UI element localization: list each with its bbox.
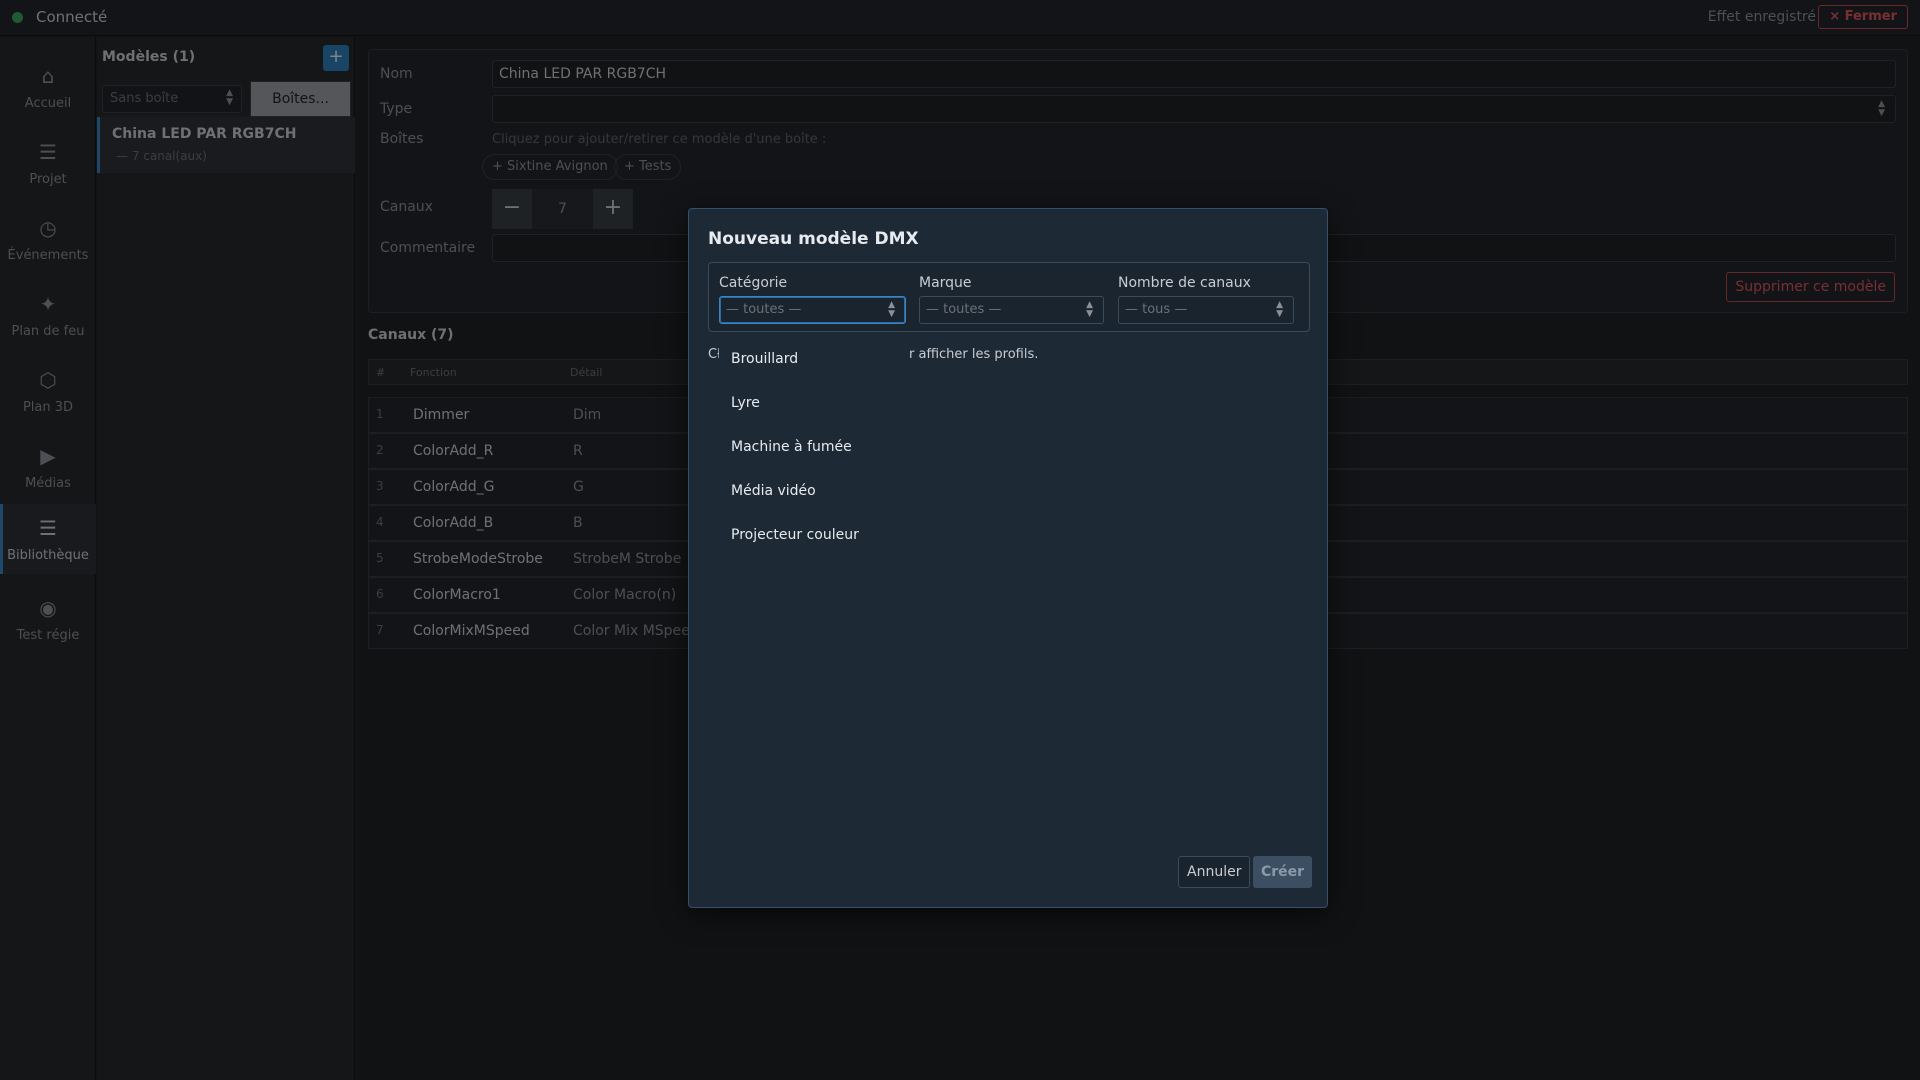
channel-count-select[interactable]: — tous — ▲ ▼ [1118,296,1294,324]
category-value: — toutes — [726,302,802,317]
brand-label: Marque [919,275,972,291]
brand-value: — toutes — [926,302,1002,317]
brand-select[interactable]: — toutes — ▲ ▼ [919,296,1104,324]
chevron-up-down-icon: ▲ ▼ [888,300,895,319]
dropdown-option[interactable]: Brouillard [731,351,798,367]
channel-count-value: — tous — [1125,302,1188,317]
chevron-up-down-icon: ▲ ▼ [1086,300,1093,319]
dropdown-option[interactable]: Média vidéo [731,483,816,499]
channel-count-label: Nombre de canaux [1118,275,1251,291]
create-button[interactable]: Créer [1253,856,1313,888]
dropdown-option[interactable]: Lyre [731,395,760,411]
dropdown-option[interactable]: Projecteur couleur [731,527,859,543]
filter-group: Catégorie — toutes — ▲ ▼ Marque — toutes … [708,262,1310,332]
category-select[interactable]: — toutes — ▲ ▼ [719,296,906,324]
category-label: Catégorie [719,275,788,291]
category-dropdown: Brouillard Lyre Machine à fumée Média vi… [719,341,899,601]
new-dmx-model-dialog: Nouveau modèle DMX Catégorie — toutes — … [688,208,1328,908]
dialog-title: Nouveau modèle DMX [708,229,919,249]
dropdown-option[interactable]: Machine à fumée [731,439,852,455]
cancel-button[interactable]: Annuler [1178,856,1251,888]
chevron-up-down-icon: ▲ ▼ [1276,300,1283,319]
prompt-text-end: r afficher les profils. [909,347,1039,362]
